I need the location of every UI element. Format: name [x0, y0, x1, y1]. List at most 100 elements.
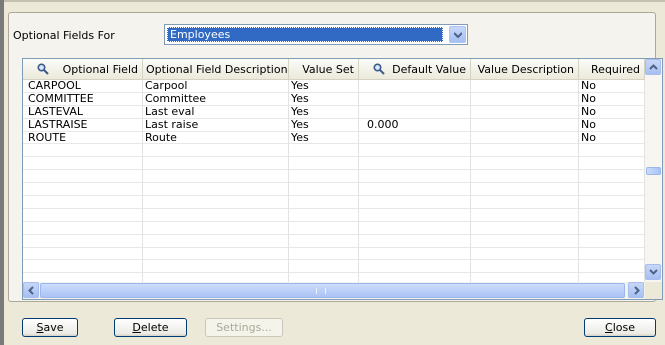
table-cell[interactable] — [471, 80, 579, 93]
table-cell[interactable] — [23, 208, 143, 222]
table-cell[interactable] — [579, 247, 645, 261]
magnifier-icon[interactable] — [373, 63, 385, 75]
table-row[interactable] — [23, 157, 645, 171]
table-cell[interactable] — [289, 260, 359, 274]
table-cell[interactable] — [23, 247, 143, 261]
column-header[interactable]: Default Value — [359, 59, 471, 80]
table-cell[interactable] — [143, 247, 289, 261]
table-row[interactable] — [23, 170, 645, 184]
table-cell[interactable]: Yes — [289, 105, 359, 119]
table-cell[interactable]: Committee — [143, 92, 289, 106]
table-cell[interactable] — [289, 196, 359, 209]
optional-fields-grid[interactable]: Optional Field Optional Field Description… — [22, 58, 663, 300]
table-cell[interactable]: Last eval — [143, 105, 289, 119]
table-cell[interactable] — [359, 131, 471, 145]
table-cell[interactable] — [359, 183, 471, 197]
table-cell[interactable] — [289, 208, 359, 222]
table-row[interactable] — [23, 247, 645, 261]
table-cell[interactable] — [23, 221, 143, 235]
table-cell[interactable] — [359, 92, 471, 106]
vertical-scroll-thumb[interactable] — [646, 167, 661, 175]
vertical-scrollbar[interactable] — [645, 59, 662, 283]
table-cell[interactable] — [359, 247, 471, 261]
table-cell[interactable] — [143, 196, 289, 209]
settings-button[interactable]: Settings... — [205, 318, 283, 337]
table-cell[interactable] — [471, 105, 579, 119]
table-cell[interactable] — [23, 260, 143, 274]
table-cell[interactable]: COMMITTEE — [23, 92, 143, 106]
table-cell[interactable] — [143, 183, 289, 197]
table-cell[interactable] — [359, 234, 471, 248]
table-row[interactable] — [23, 183, 645, 197]
table-cell[interactable] — [23, 183, 143, 197]
table-cell[interactable] — [143, 221, 289, 235]
table-cell[interactable] — [359, 157, 471, 171]
table-cell[interactable]: No — [579, 118, 645, 132]
table-cell[interactable] — [359, 260, 471, 274]
table-cell[interactable] — [471, 157, 579, 171]
table-cell[interactable] — [143, 260, 289, 274]
table-cell[interactable] — [471, 118, 579, 132]
table-cell[interactable]: Yes — [289, 118, 359, 132]
table-row[interactable] — [23, 221, 645, 235]
table-cell[interactable] — [143, 234, 289, 248]
horizontal-scrollbar[interactable] — [23, 282, 645, 299]
table-cell[interactable]: No — [579, 131, 645, 145]
table-cell[interactable]: Last raise — [143, 118, 289, 132]
column-header[interactable]: Optional Field Description — [143, 59, 289, 80]
table-cell[interactable] — [359, 170, 471, 184]
table-cell[interactable] — [23, 144, 143, 158]
table-cell[interactable] — [23, 234, 143, 248]
table-cell[interactable] — [579, 144, 645, 158]
table-row[interactable]: ROUTE Route Yes No — [23, 131, 645, 145]
table-cell[interactable]: No — [579, 105, 645, 119]
table-cell[interactable] — [359, 221, 471, 235]
magnifier-icon[interactable] — [37, 63, 49, 75]
table-row[interactable] — [23, 196, 645, 209]
delete-button[interactable]: Delete — [114, 318, 187, 337]
table-cell[interactable] — [579, 183, 645, 197]
table-cell[interactable]: 0.000 — [359, 118, 471, 132]
table-cell[interactable]: Carpool — [143, 80, 289, 93]
table-cell[interactable] — [471, 208, 579, 222]
table-cell[interactable] — [471, 144, 579, 158]
column-header[interactable]: Value Description — [471, 59, 579, 80]
column-header[interactable]: Value Set — [289, 59, 359, 80]
column-header[interactable]: Optional Field — [23, 59, 143, 80]
optional-fields-for-dropdown[interactable]: Employees — [164, 24, 468, 45]
table-cell[interactable] — [471, 260, 579, 274]
table-row[interactable]: COMMITTEE Committee Yes No — [23, 92, 645, 106]
table-cell[interactable]: LASTEVAL — [23, 105, 143, 119]
table-cell[interactable] — [471, 196, 579, 209]
table-cell[interactable] — [359, 196, 471, 209]
table-cell[interactable] — [289, 183, 359, 197]
table-cell[interactable] — [289, 234, 359, 248]
table-cell[interactable] — [579, 221, 645, 235]
table-cell[interactable]: Yes — [289, 131, 359, 145]
table-cell[interactable] — [143, 170, 289, 184]
table-cell[interactable] — [579, 208, 645, 222]
table-cell[interactable]: CARPOOL — [23, 80, 143, 93]
table-row[interactable] — [23, 208, 645, 222]
table-cell[interactable] — [579, 234, 645, 248]
save-button[interactable]: Save — [22, 318, 78, 337]
table-cell[interactable] — [359, 80, 471, 93]
table-row[interactable] — [23, 144, 645, 158]
table-cell[interactable]: No — [579, 80, 645, 93]
dropdown-button[interactable] — [449, 26, 466, 43]
table-cell[interactable]: Yes — [289, 92, 359, 106]
table-row[interactable] — [23, 234, 645, 248]
table-cell[interactable] — [579, 157, 645, 171]
table-row[interactable]: LASTRAISE Last raise Yes 0.000 No — [23, 118, 645, 132]
table-cell[interactable] — [143, 144, 289, 158]
table-row[interactable]: LASTEVAL Last eval Yes No — [23, 105, 645, 119]
table-cell[interactable] — [359, 144, 471, 158]
table-cell[interactable] — [23, 170, 143, 184]
scroll-left-button[interactable] — [23, 282, 39, 298]
table-cell[interactable]: Route — [143, 131, 289, 145]
table-cell[interactable] — [359, 105, 471, 119]
table-row[interactable]: CARPOOL Carpool Yes No — [23, 80, 645, 93]
horizontal-scroll-thumb[interactable] — [40, 283, 625, 298]
table-cell[interactable] — [471, 234, 579, 248]
table-cell[interactable] — [471, 183, 579, 197]
